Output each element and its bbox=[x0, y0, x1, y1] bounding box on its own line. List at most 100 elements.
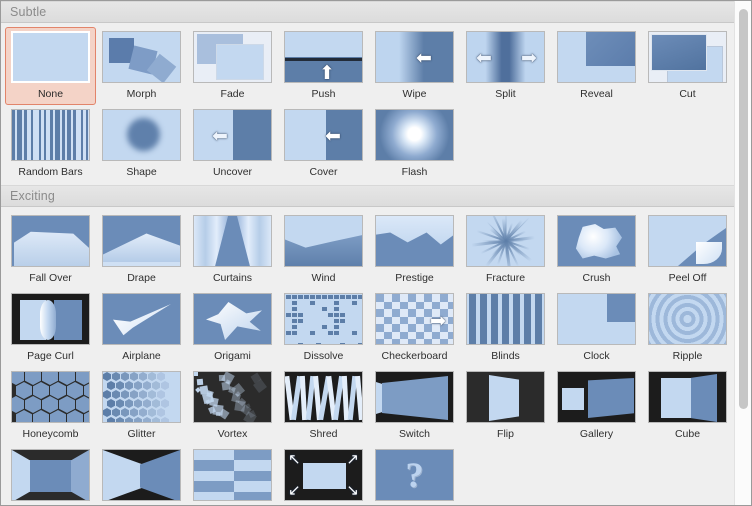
transition-label: Shred bbox=[309, 428, 338, 440]
transition-grid-subtle: None Morph Fade ⬆ Push ⬅ Wipe ⬅ ➡ Split Reveal Cut R… bbox=[1, 23, 736, 185]
transition-label: Glitter bbox=[127, 428, 156, 440]
transition-item-push[interactable]: ⬆ Push bbox=[278, 27, 369, 105]
transition-item-peel-off[interactable]: Peel Off bbox=[642, 211, 733, 289]
transition-item-crush[interactable]: Crush bbox=[551, 211, 642, 289]
transition-item-wipe[interactable]: ⬅ Wipe bbox=[369, 27, 460, 105]
transition-thumbnail[interactable] bbox=[193, 215, 272, 267]
transition-thumbnail[interactable] bbox=[284, 371, 363, 423]
transition-label: Push bbox=[311, 88, 336, 100]
transition-thumbnail[interactable] bbox=[102, 215, 181, 267]
transition-item-fracture[interactable]: Fracture bbox=[460, 211, 551, 289]
transition-item-cover[interactable]: ⬅ Cover bbox=[278, 105, 369, 183]
section-header-exciting: Exciting bbox=[1, 185, 736, 207]
transition-item-honeycomb[interactable]: Honeycomb bbox=[5, 367, 96, 445]
transition-item-ripple[interactable]: Ripple bbox=[642, 289, 733, 367]
transition-thumbnail[interactable]: ⬅ ➡ bbox=[466, 31, 545, 83]
vertical-scrollbar[interactable] bbox=[734, 1, 751, 505]
transition-thumbnail[interactable] bbox=[284, 293, 363, 345]
transition-label: Split bbox=[495, 88, 516, 100]
transition-item-glitter[interactable]: Glitter bbox=[96, 367, 187, 445]
transition-thumbnail[interactable]: ↖ ↗ ↙ ↘ bbox=[284, 449, 363, 501]
transition-thumbnail[interactable] bbox=[102, 109, 181, 161]
transition-item-shape[interactable]: Shape bbox=[96, 105, 187, 183]
transition-item-none[interactable]: None bbox=[5, 27, 96, 105]
transition-item-cut[interactable]: Cut bbox=[642, 27, 733, 105]
transition-thumbnail[interactable] bbox=[648, 293, 727, 345]
transition-label: Fracture bbox=[485, 272, 526, 284]
transition-item-cube[interactable]: Cube bbox=[642, 367, 733, 445]
transition-item-gallery[interactable]: Gallery bbox=[551, 367, 642, 445]
transition-item-split[interactable]: ⬅ ➡ Split bbox=[460, 27, 551, 105]
transition-thumbnail[interactable]: ➡ bbox=[375, 293, 454, 345]
transition-item-morph[interactable]: Morph bbox=[96, 27, 187, 105]
transition-thumbnail[interactable] bbox=[11, 109, 90, 161]
transition-item-shred[interactable]: Shred bbox=[278, 367, 369, 445]
transition-item[interactable] bbox=[5, 445, 96, 505]
transition-thumbnail[interactable] bbox=[375, 215, 454, 267]
transition-label: Shape bbox=[126, 166, 157, 178]
transition-item[interactable] bbox=[187, 445, 278, 505]
transition-thumbnail[interactable] bbox=[648, 371, 727, 423]
arrow-icon: ➡ bbox=[430, 311, 446, 332]
transition-thumbnail[interactable]: ⬅ bbox=[375, 31, 454, 83]
transition-item-clock[interactable]: Clock bbox=[551, 289, 642, 367]
transition-thumbnail[interactable] bbox=[193, 371, 272, 423]
transition-thumbnail[interactable] bbox=[102, 449, 181, 501]
transition-item-vortex[interactable]: Vortex bbox=[187, 367, 278, 445]
transition-item-origami[interactable]: Origami bbox=[187, 289, 278, 367]
transition-thumbnail[interactable] bbox=[648, 215, 727, 267]
transition-thumbnail[interactable] bbox=[11, 293, 90, 345]
transition-thumbnail[interactable] bbox=[193, 293, 272, 345]
transition-thumbnail[interactable] bbox=[557, 371, 636, 423]
transition-thumbnail[interactable] bbox=[193, 449, 272, 501]
transition-thumbnail[interactable]: ⬅ bbox=[284, 109, 363, 161]
transition-item-switch[interactable]: Switch bbox=[369, 367, 460, 445]
transition-thumbnail[interactable] bbox=[466, 215, 545, 267]
transition-item-flash[interactable]: Flash bbox=[369, 105, 460, 183]
transition-thumbnail[interactable] bbox=[102, 293, 181, 345]
transition-thumbnail[interactable] bbox=[375, 371, 454, 423]
transition-label: Ripple bbox=[672, 350, 703, 362]
transition-item[interactable] bbox=[96, 445, 187, 505]
transition-item-airplane[interactable]: Airplane bbox=[96, 289, 187, 367]
transition-label: Gallery bbox=[579, 428, 614, 440]
transition-thumbnail[interactable] bbox=[11, 215, 90, 267]
transition-item-prestige[interactable]: Prestige bbox=[369, 211, 460, 289]
transition-thumbnail[interactable]: ⬆ bbox=[284, 31, 363, 83]
transition-item-page-curl[interactable]: Page Curl bbox=[5, 289, 96, 367]
transition-thumbnail[interactable] bbox=[375, 109, 454, 161]
transition-thumbnail[interactable]: ? bbox=[375, 449, 454, 501]
transition-thumbnail[interactable] bbox=[11, 371, 90, 423]
transition-item-fade[interactable]: Fade bbox=[187, 27, 278, 105]
transition-item-drape[interactable]: Drape bbox=[96, 211, 187, 289]
transition-thumbnail[interactable] bbox=[102, 371, 181, 423]
transition-item-checkerboard[interactable]: ➡ Checkerboard bbox=[369, 289, 460, 367]
arrow-icon: ⬅ bbox=[476, 48, 492, 69]
transition-item-wind[interactable]: Wind bbox=[278, 211, 369, 289]
transition-item-dissolve[interactable]: Dissolve bbox=[278, 289, 369, 367]
transition-thumbnail[interactable] bbox=[557, 293, 636, 345]
transition-thumbnail[interactable] bbox=[102, 31, 181, 83]
transition-label: Airplane bbox=[122, 350, 161, 362]
transition-thumbnail[interactable] bbox=[284, 215, 363, 267]
scrollbar-thumb[interactable] bbox=[739, 9, 748, 409]
transition-item-fall-over[interactable]: Fall Over bbox=[5, 211, 96, 289]
transition-item[interactable]: ? bbox=[369, 445, 460, 505]
transition-label: Wind bbox=[311, 272, 336, 284]
transition-item-curtains[interactable]: Curtains bbox=[187, 211, 278, 289]
transition-item-flip[interactable]: Flip bbox=[460, 367, 551, 445]
transition-item-blinds[interactable]: Blinds bbox=[460, 289, 551, 367]
transition-item-uncover[interactable]: ⬅ Uncover bbox=[187, 105, 278, 183]
transition-thumbnail[interactable] bbox=[648, 31, 727, 83]
transition-thumbnail[interactable] bbox=[11, 31, 90, 83]
transition-thumbnail[interactable] bbox=[11, 449, 90, 501]
transition-item-reveal[interactable]: Reveal bbox=[551, 27, 642, 105]
transition-thumbnail[interactable]: ⬅ bbox=[193, 109, 272, 161]
transition-item[interactable]: ↖ ↗ ↙ ↘ bbox=[278, 445, 369, 505]
transition-thumbnail[interactable] bbox=[466, 293, 545, 345]
transition-thumbnail[interactable] bbox=[193, 31, 272, 83]
transition-item-random-bars[interactable]: Random Bars bbox=[5, 105, 96, 183]
transition-thumbnail[interactable] bbox=[466, 371, 545, 423]
transition-thumbnail[interactable] bbox=[557, 215, 636, 267]
transition-thumbnail[interactable] bbox=[557, 31, 636, 83]
